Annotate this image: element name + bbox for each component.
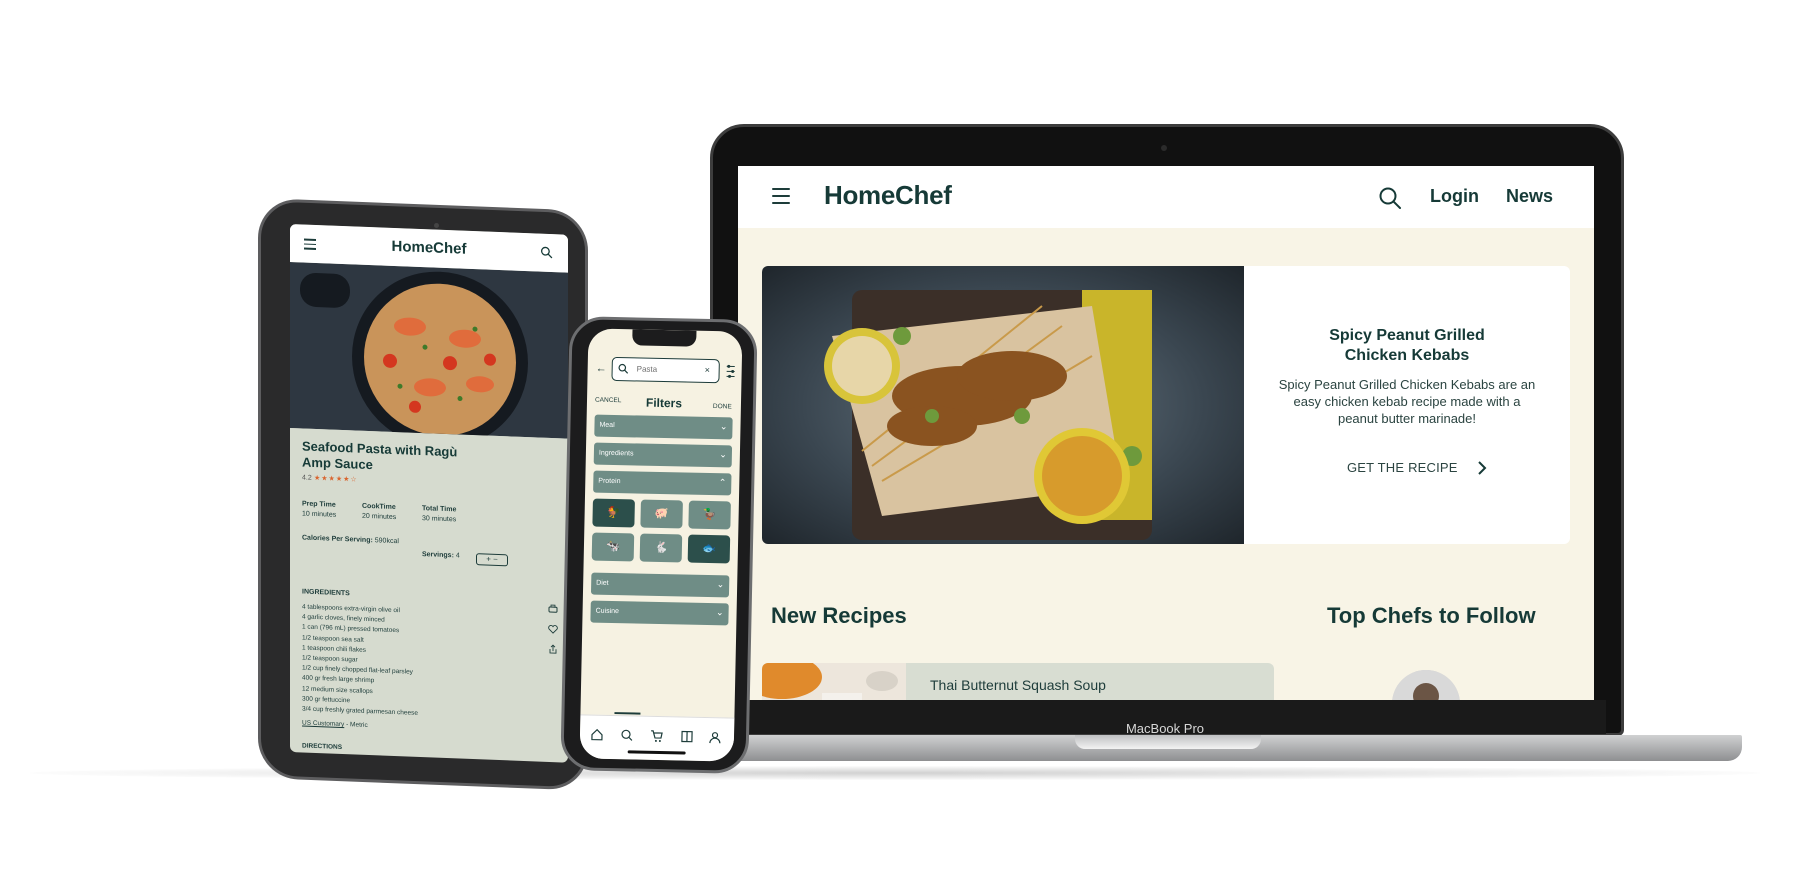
unit-us-customary[interactable]: US Customary: [302, 719, 344, 728]
chicken-icon[interactable]: 🐓: [592, 498, 635, 528]
site-logo[interactable]: HomeChef: [824, 180, 952, 211]
cook-time-label: CookTime: [362, 502, 396, 512]
rating-value: 4.2: [302, 474, 312, 482]
search-icon: [618, 363, 629, 374]
chevron-down-icon: ⌄: [719, 421, 728, 432]
print-icon[interactable]: [548, 604, 558, 614]
duck-icon[interactable]: 🦆: [688, 500, 731, 530]
rating-stars[interactable]: ★★★★★☆: [314, 474, 358, 484]
site-header: HomeChef Login News: [738, 166, 1594, 228]
prep-time-value: 10 minutes: [302, 510, 337, 519]
get-recipe-button[interactable]: GET THE RECIPE: [1347, 460, 1458, 475]
tablet-camera: [434, 223, 439, 228]
home-icon[interactable]: [590, 728, 604, 742]
top-chefs-heading: Top Chefs to Follow: [1327, 603, 1536, 628]
cuisine-dropdown[interactable]: Cuisine ⌄: [590, 600, 729, 626]
servings-stepper[interactable]: + −: [476, 553, 508, 567]
meal-dropdown[interactable]: Meal ⌄: [594, 414, 733, 440]
clear-search-icon[interactable]: ×: [705, 365, 710, 375]
recipe-hero-image: [290, 262, 568, 439]
book-icon[interactable]: [680, 729, 694, 743]
back-arrow-icon[interactable]: ←: [596, 363, 607, 375]
home-indicator-bar: [627, 750, 686, 755]
calories-value: 590kcal: [374, 537, 399, 546]
servings-value: 4: [455, 552, 460, 560]
device-mockup-stage: MacBook Pro HomeChef Login News Spicy Pe…: [0, 0, 1800, 892]
device-label: MacBook Pro: [1125, 721, 1205, 736]
ingredients-dropdown-label: Ingredients: [598, 449, 634, 458]
chevron-down-icon: ⌄: [716, 579, 725, 590]
calories-label: Calories Per Serving:: [302, 534, 373, 545]
hamburger-icon[interactable]: [772, 188, 790, 204]
calories: Calories Per Serving: 590kcal: [302, 534, 399, 545]
chef-avatar[interactable]: [1392, 670, 1460, 700]
featured-recipe-description: Spicy Peanut Grilled Chicken Kebabs are …: [1278, 377, 1536, 426]
cow-icon[interactable]: 🐄: [591, 532, 635, 562]
total-time-label: Total Time: [422, 505, 457, 514]
meal-dropdown-label: Meal: [599, 421, 615, 430]
recipe-name[interactable]: Thai Butternut Squash Soup: [930, 677, 1106, 693]
search-input-value: Pasta: [636, 364, 658, 374]
recipe-list-item[interactable]: Thai Butternut Squash Soup: [762, 663, 1274, 700]
protein-dropdown-label: Protein: [598, 477, 621, 486]
tablet-screen: HomeChef Seafood Pasta with Ragù Amp Sau…: [290, 224, 568, 763]
total-time: Total Time 30 minutes: [422, 505, 456, 523]
featured-recipe-image: [762, 266, 1244, 544]
chevron-right-icon[interactable]: [1477, 460, 1487, 476]
profile-icon[interactable]: [708, 730, 722, 744]
ingredients-list: 4 tablespoons extra-virgin olive oil 4 g…: [302, 602, 502, 722]
prep-time-label: Prep Time: [302, 500, 336, 509]
diet-dropdown[interactable]: Diet ⌄: [590, 572, 730, 598]
cart-icon[interactable]: [650, 729, 664, 743]
search-icon[interactable]: [620, 728, 634, 742]
pig-icon[interactable]: 🐖: [640, 499, 683, 529]
phone-notch: [632, 329, 697, 347]
chevron-up-icon: ⌃: [718, 477, 727, 488]
cuisine-dropdown-label: Cuisine: [595, 607, 620, 616]
total-time-value: 30 minutes: [422, 515, 457, 524]
search-icon[interactable]: [1378, 186, 1402, 210]
search-input[interactable]: Pasta ×: [611, 356, 720, 384]
recipe-thumbnail: [762, 663, 906, 700]
heart-icon[interactable]: [548, 624, 558, 634]
bottom-tab-bar: [579, 714, 735, 762]
rabbit-icon[interactable]: 🐇: [639, 533, 683, 563]
phone-screen: ← Pasta × CANCEL Filters DONE Meal ⌄ Ing…: [579, 328, 743, 762]
ingredients-heading: INGREDIENTS: [302, 588, 350, 598]
share-icon[interactable]: [548, 644, 558, 654]
login-link[interactable]: Login: [1430, 186, 1479, 207]
cook-time-value: 20 minutes: [362, 512, 397, 522]
chevron-down-icon: ⌄: [719, 449, 728, 460]
recipe-title: Seafood Pasta with Ragù Amp Sauce: [302, 438, 458, 473]
new-recipes-heading: New Recipes: [771, 603, 907, 628]
search-icon[interactable]: [540, 246, 553, 259]
servings: Servings: 4: [422, 551, 460, 559]
protein-dropdown[interactable]: Protein ⌃: [593, 470, 732, 496]
featured-recipe-title[interactable]: Spicy Peanut Grilled Chicken Kebabs: [1302, 326, 1512, 366]
ingredients-dropdown[interactable]: Ingredients ⌄: [593, 442, 733, 468]
fish-icon[interactable]: 🐟: [687, 534, 731, 564]
servings-label: Servings:: [422, 551, 454, 560]
tablet-logo[interactable]: HomeChef: [290, 234, 568, 262]
news-link[interactable]: News: [1506, 186, 1553, 207]
cook-time: CookTime 20 minutes: [362, 503, 396, 521]
prep-time: Prep Time 10 minutes: [302, 500, 336, 518]
unit-toggle[interactable]: US Customary - Metric: [302, 719, 368, 729]
laptop-screen: HomeChef Login News Spicy Peanut Grilled…: [738, 166, 1594, 700]
done-button[interactable]: DONE: [713, 403, 732, 410]
laptop-notch: [1075, 735, 1261, 749]
unit-metric[interactable]: Metric: [350, 721, 368, 729]
directions-heading: DIRECTIONS: [302, 742, 343, 752]
chevron-down-icon: ⌄: [715, 607, 724, 618]
featured-recipe-card[interactable]: Spicy Peanut Grilled Chicken Kebabs Spic…: [762, 266, 1570, 544]
laptop-camera: [1161, 145, 1167, 151]
diet-dropdown-label: Diet: [596, 579, 609, 587]
filter-sliders-icon[interactable]: [725, 364, 737, 378]
